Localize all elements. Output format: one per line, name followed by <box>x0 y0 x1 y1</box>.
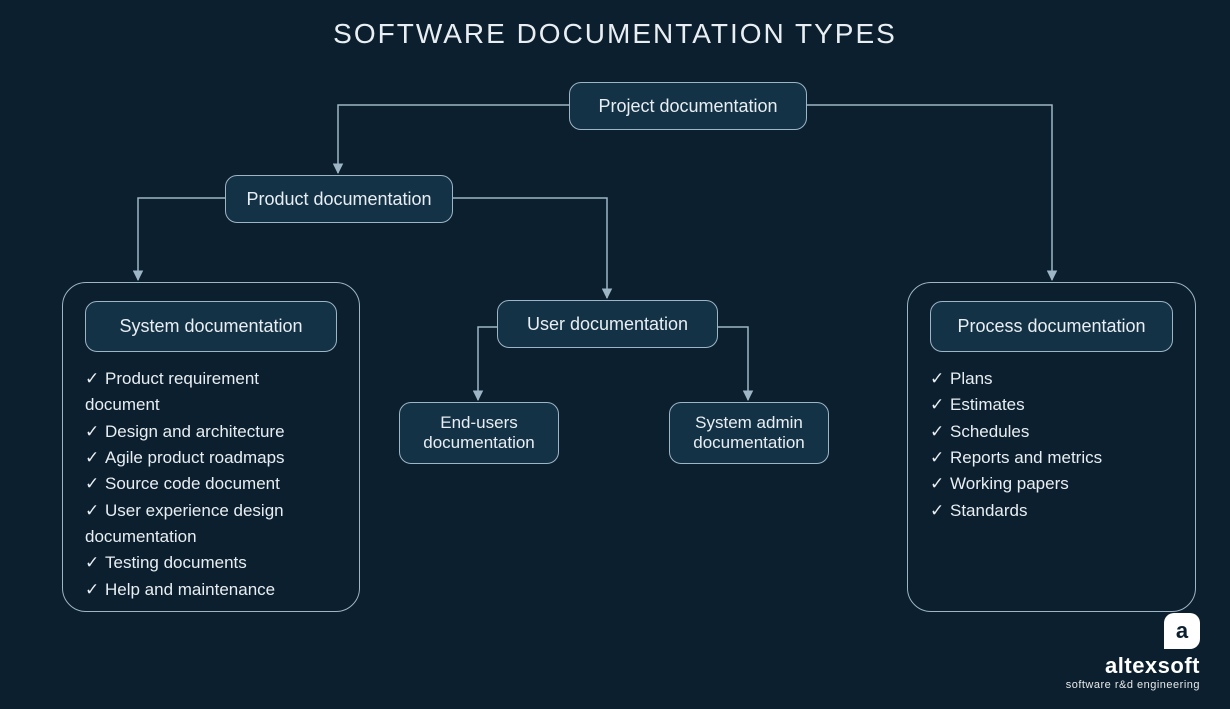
node-end-users-documentation: End-users documentation <box>399 402 559 464</box>
process-documentation-items: Plans Estimates Schedules Reports and me… <box>930 366 1173 524</box>
list-item: Schedules <box>930 419 1173 445</box>
logo-mark-icon: a <box>1164 613 1200 649</box>
logo-tagline: software r&d engineering <box>1066 679 1200 691</box>
list-item: Standards <box>930 498 1173 524</box>
diagram-title: SOFTWARE DOCUMENTATION TYPES <box>0 18 1230 50</box>
list-item: Reports and metrics <box>930 445 1173 471</box>
list-item: Testing documents <box>85 550 337 576</box>
logo-brand-text: altexsoft <box>1066 653 1200 679</box>
list-item: Plans <box>930 366 1173 392</box>
list-item: Working papers <box>930 471 1173 497</box>
brand-logo: a altexsoft software r&d engineering <box>1066 613 1200 691</box>
node-product-documentation: Product documentation <box>225 175 453 223</box>
list-item: Design and architecture <box>85 419 337 445</box>
node-process-documentation: Process documentation <box>930 301 1173 352</box>
node-system-admin-documentation: System admin documentation <box>669 402 829 464</box>
node-system-documentation: System documentation <box>85 301 337 352</box>
node-user-documentation: User documentation <box>497 300 718 348</box>
system-documentation-items: Product requirement document Design and … <box>85 366 337 603</box>
list-item: Product requirement document <box>85 366 337 419</box>
group-process-documentation: Process documentation Plans Estimates Sc… <box>907 282 1196 612</box>
list-item: Help and maintenance <box>85 577 337 603</box>
group-system-documentation: System documentation Product requirement… <box>62 282 360 612</box>
list-item: Source code document <box>85 471 337 497</box>
list-item: User experience design documentation <box>85 498 337 551</box>
node-project-documentation: Project documentation <box>569 82 807 130</box>
list-item: Estimates <box>930 392 1173 418</box>
list-item: Agile product roadmaps <box>85 445 337 471</box>
